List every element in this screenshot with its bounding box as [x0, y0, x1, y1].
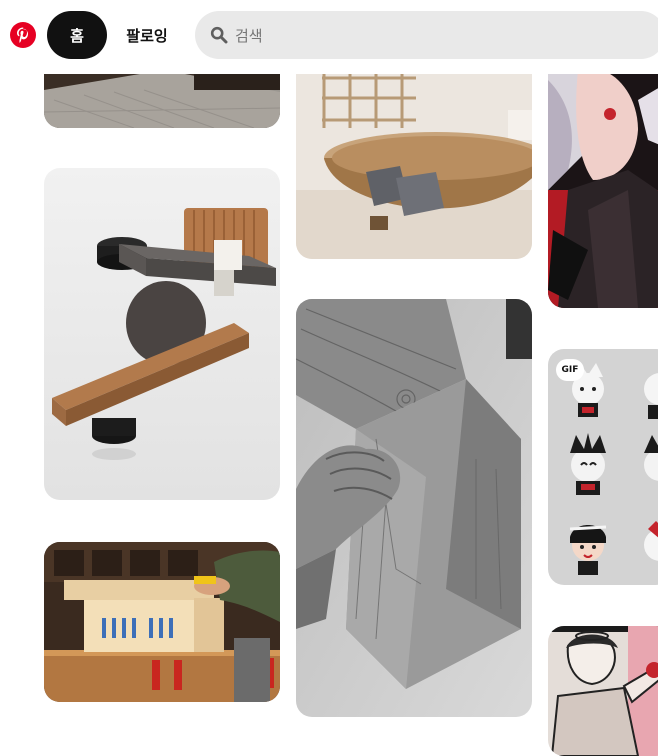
router-table-pin[interactable] — [44, 542, 280, 702]
modern-benches-pin[interactable] — [44, 168, 280, 500]
search-bar[interactable] — [195, 11, 658, 61]
manga-drawing-pin[interactable] — [548, 626, 658, 756]
pinterest-logo-icon[interactable] — [10, 22, 36, 48]
anime-character-pin[interactable] — [548, 40, 658, 308]
gif-badge: GIF — [556, 359, 584, 381]
tab-following[interactable]: 팔로잉 — [112, 11, 182, 59]
tab-home[interactable]: 홈 — [47, 11, 107, 59]
search-input[interactable] — [233, 11, 637, 61]
wood-joinery-pin[interactable] — [296, 299, 532, 717]
search-icon — [210, 26, 228, 48]
top-navigation-bar: 홈 팔로잉 — [0, 0, 658, 74]
gif-stickers-pin[interactable]: GIF — [548, 349, 658, 585]
